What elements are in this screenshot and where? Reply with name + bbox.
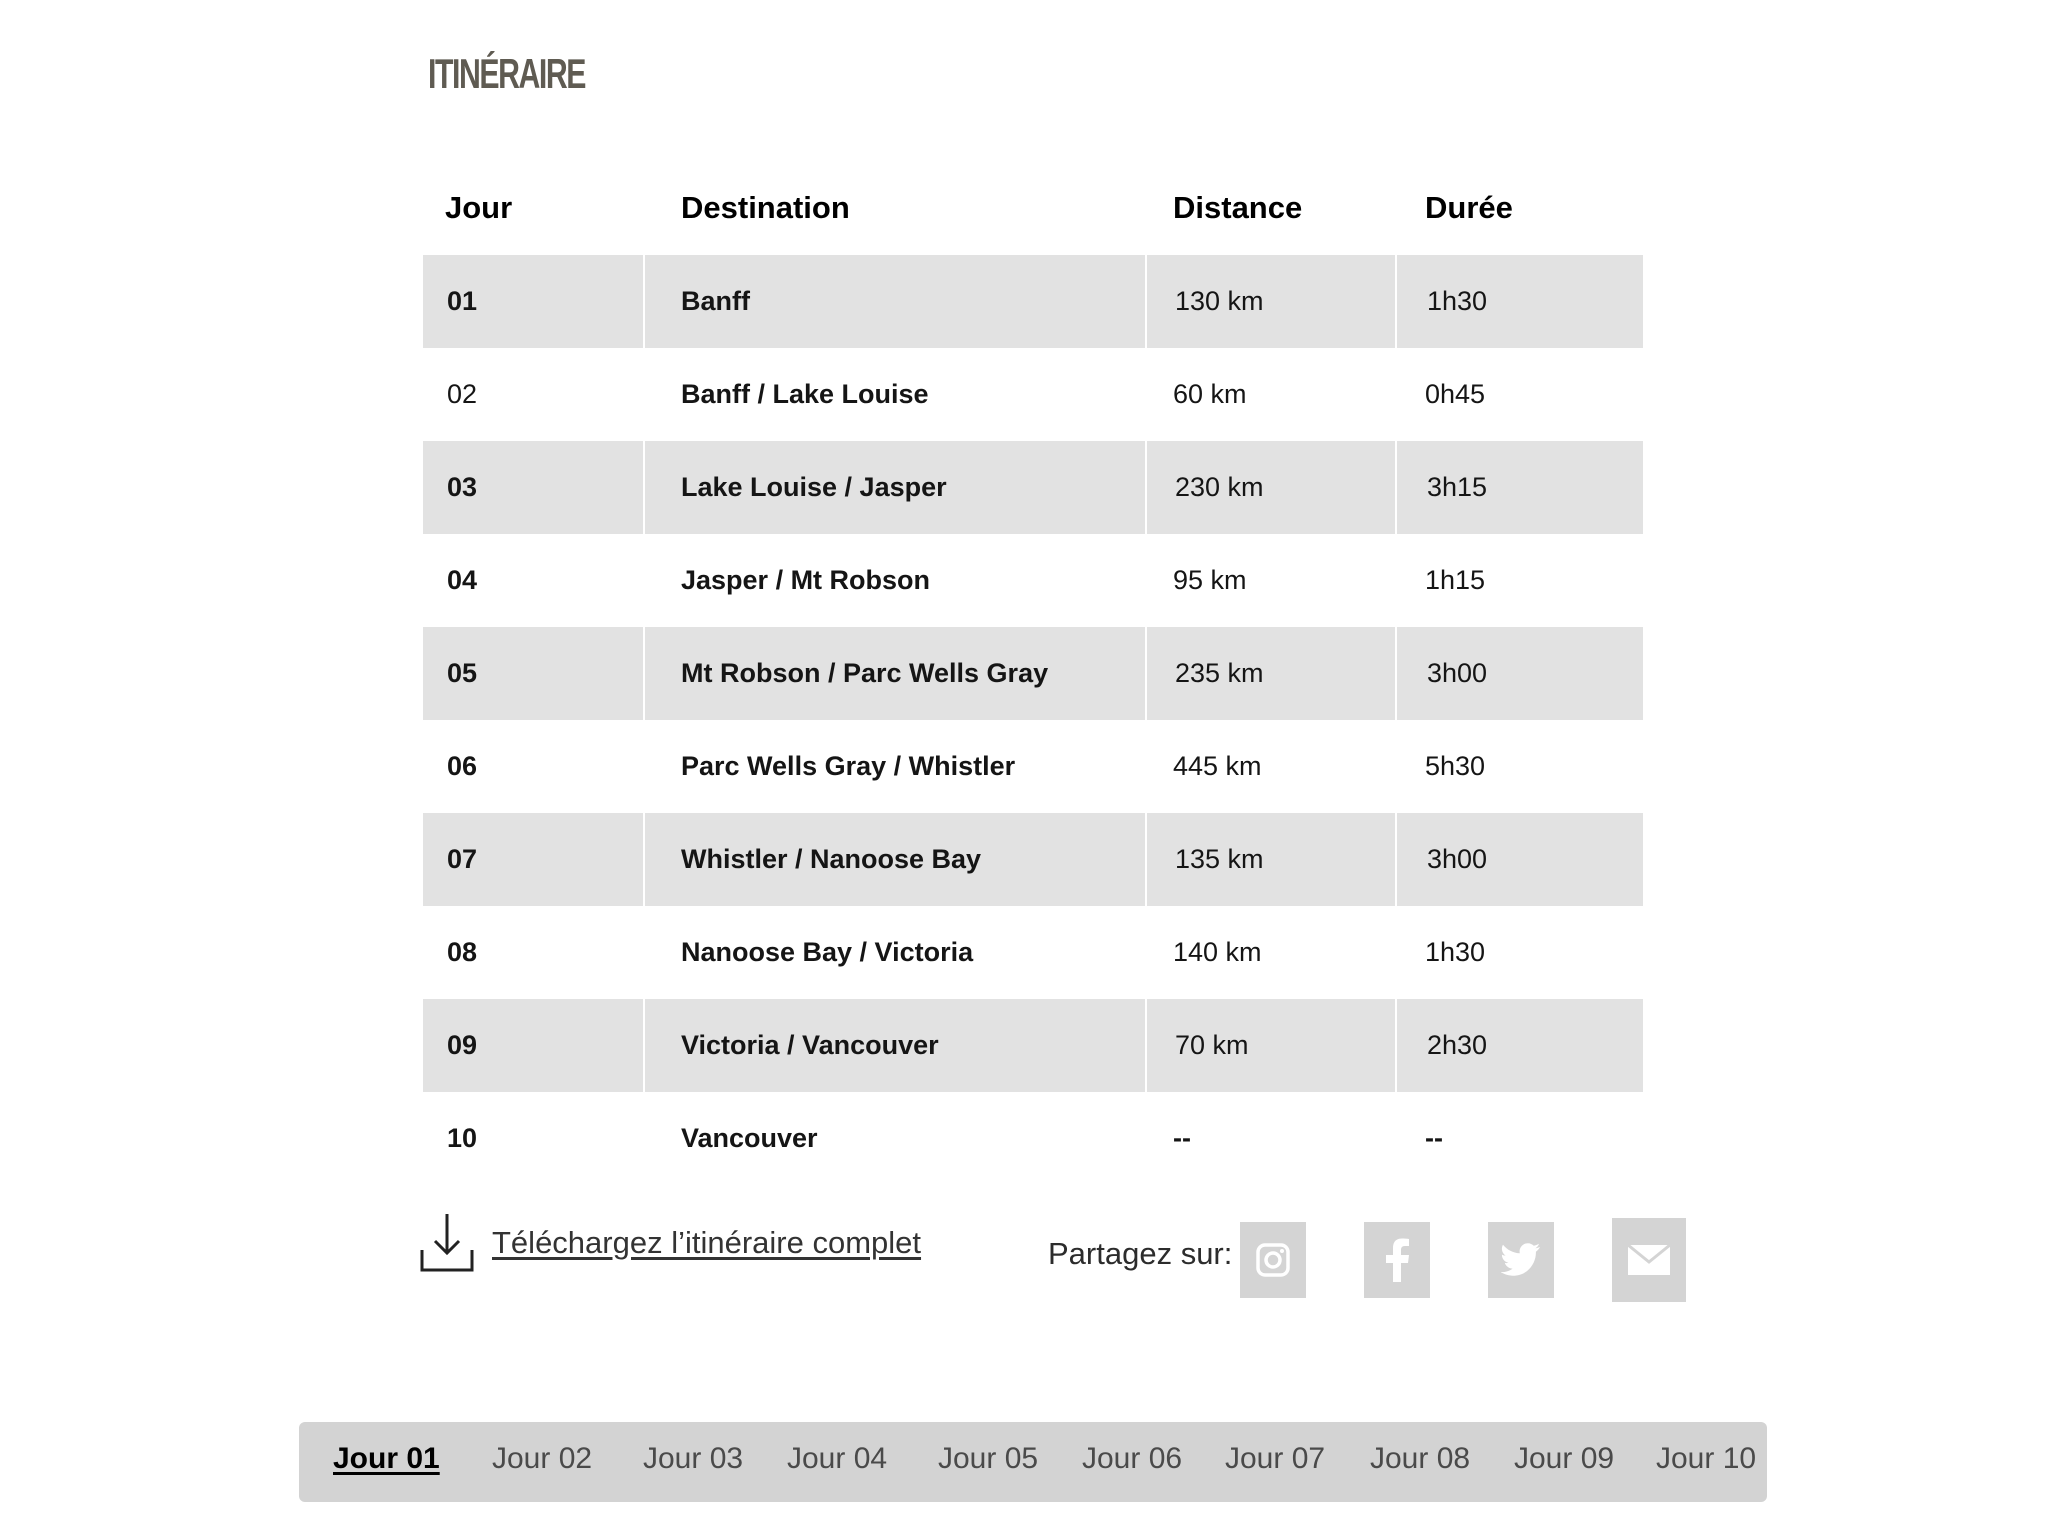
page-title: ITINÉRAIRE (428, 50, 586, 98)
tab-jour-03[interactable]: Jour 03 (643, 1442, 743, 1476)
cell-destination: Banff (681, 286, 750, 316)
mail-share-button[interactable] (1612, 1218, 1686, 1302)
cell-distance: 140 km (1173, 937, 1262, 967)
facebook-icon (1386, 1238, 1409, 1282)
twitter-share-button[interactable] (1488, 1222, 1554, 1298)
cell-duree: -- (1425, 1123, 1443, 1153)
table-row: 05 Mt Robson / Parc Wells Gray 235 km 3h… (423, 627, 1643, 720)
header-duree: Durée (1425, 189, 1513, 225)
table-header-row: Jour Destination Distance Durée (423, 160, 1643, 255)
cell-distance: 60 km (1173, 379, 1247, 409)
cell-distance: 130 km (1145, 255, 1395, 348)
tab-jour-06[interactable]: Jour 06 (1082, 1442, 1182, 1476)
facebook-share-button[interactable] (1364, 1222, 1430, 1298)
tab-jour-05[interactable]: Jour 05 (938, 1442, 1038, 1476)
header-destination: Destination (681, 189, 850, 225)
cell-destination: Vancouver (681, 1123, 818, 1153)
table-row: 06 Parc Wells Gray / Whistler 445 km 5h3… (423, 720, 1643, 813)
cell-duree: 0h45 (1425, 379, 1486, 409)
download-icon[interactable] (420, 1212, 474, 1274)
tab-jour-09[interactable]: Jour 09 (1514, 1442, 1614, 1476)
cell-duree: 1h30 (1425, 937, 1486, 967)
cell-duree: 2h30 (1395, 999, 1643, 1092)
itinerary-table: Jour Destination Distance Durée 01 Banff… (423, 160, 1643, 1185)
table-row: 04 Jasper / Mt Robson 95 km 1h15 (423, 534, 1643, 627)
cell-distance: -- (1173, 1123, 1191, 1153)
cell-distance: 230 km (1145, 441, 1395, 534)
table-row: 07 Whistler / Nanoose Bay 135 km 3h00 (423, 813, 1643, 906)
twitter-icon (1501, 1243, 1540, 1276)
cell-distance: 70 km (1145, 999, 1395, 1092)
table-row: 09 Victoria / Vancouver 70 km 2h30 (423, 999, 1643, 1092)
table-row: 08 Nanoose Bay / Victoria 140 km 1h30 (423, 906, 1643, 999)
tab-jour-04[interactable]: Jour 04 (787, 1442, 887, 1476)
cell-destination: Victoria / Vancouver (681, 1030, 939, 1060)
cell-distance: 95 km (1173, 565, 1247, 595)
cell-destination: Mt Robson / Parc Wells Gray (681, 658, 1049, 688)
tab-jour-07[interactable]: Jour 07 (1225, 1442, 1325, 1476)
cell-duree: 3h00 (1395, 813, 1643, 906)
table-row: 03 Lake Louise / Jasper 230 km 3h15 (423, 441, 1643, 534)
table-row: 02 Banff / Lake Louise 60 km 0h45 (423, 348, 1643, 441)
download-link[interactable]: Téléchargez l’itinéraire complet (492, 1225, 921, 1261)
cell-destination: Jasper / Mt Robson (681, 565, 931, 595)
cell-destination: Whistler / Nanoose Bay (681, 844, 982, 874)
instagram-icon (1256, 1243, 1290, 1277)
cell-duree: 1h30 (1395, 255, 1643, 348)
cell-duree: 1h15 (1425, 565, 1486, 595)
tab-jour-08[interactable]: Jour 08 (1370, 1442, 1470, 1476)
cell-destination: Nanoose Bay / Victoria (681, 937, 974, 967)
mail-icon (1628, 1245, 1670, 1275)
download-itinerary[interactable]: Téléchargez l’itinéraire complet (420, 1212, 921, 1274)
cell-distance: 235 km (1145, 627, 1395, 720)
instagram-share-button[interactable] (1240, 1222, 1306, 1298)
cell-distance: 135 km (1145, 813, 1395, 906)
header-distance: Distance (1173, 189, 1303, 225)
day-tabs: Jour 01 Jour 02 Jour 03 Jour 04 Jour 05 … (299, 1422, 1767, 1502)
tab-jour-10[interactable]: Jour 10 (1656, 1442, 1756, 1476)
tab-jour-01[interactable]: Jour 01 (333, 1442, 440, 1476)
share-label: Partagez sur: (1048, 1236, 1233, 1271)
tab-jour-02[interactable]: Jour 02 (492, 1442, 592, 1476)
cell-distance: 445 km (1173, 751, 1262, 781)
cell-duree: 5h30 (1425, 751, 1486, 781)
cell-duree: 3h15 (1395, 441, 1643, 534)
table-row: 10 Vancouver -- -- (423, 1092, 1643, 1185)
cell-destination: Banff / Lake Louise (681, 379, 929, 409)
cell-destination: Lake Louise / Jasper (681, 472, 947, 502)
cell-duree: 3h00 (1395, 627, 1643, 720)
table-row: 01 Banff 130 km 1h30 (423, 255, 1643, 348)
cell-destination: Parc Wells Gray / Whistler (681, 751, 1016, 781)
